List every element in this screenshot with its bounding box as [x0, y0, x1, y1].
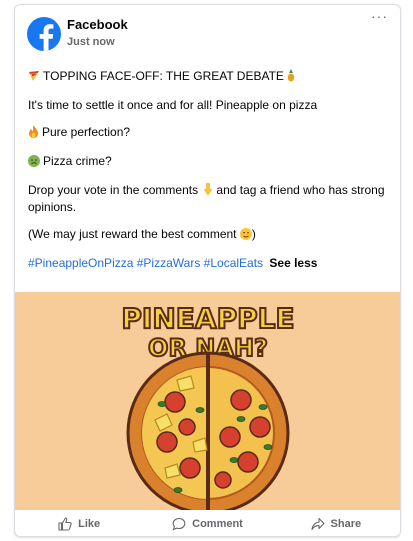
share-button[interactable]: Share: [272, 510, 400, 536]
option-crime-text: Pizza crime?: [43, 154, 112, 168]
post-actions: Like Comment Share: [15, 510, 400, 536]
like-button[interactable]: Like: [15, 510, 143, 536]
image-title-line1: PINEAPPLE: [121, 302, 294, 335]
like-label: Like: [78, 518, 101, 530]
intro-text: It's time to settle it once and for all!…: [28, 98, 318, 112]
page-name[interactable]: Facebook: [67, 17, 128, 32]
option-crime: Pizza crime?: [28, 154, 390, 171]
pointing-down-icon: [203, 183, 213, 200]
hashtag-local-eats[interactable]: #LocalEats: [204, 256, 263, 270]
post-text: TOPPING FACE-OFF: THE GREAT DEBATE It's …: [28, 69, 390, 271]
comment-icon: [172, 517, 186, 531]
post-header: Facebook Just now ···: [15, 5, 400, 57]
facebook-logo-icon[interactable]: [27, 17, 61, 51]
share-label: Share: [330, 518, 362, 530]
more-options-icon[interactable]: ···: [371, 9, 388, 23]
cta-text: Drop your vote in the comments and tag a…: [28, 183, 390, 215]
pineapple-icon: [286, 69, 296, 86]
share-icon: [310, 517, 325, 531]
headline-text: TOPPING FACE-OFF: THE GREAT DEBATE: [43, 69, 284, 83]
post-card: Facebook Just now ··· TOPPING FACE-OFF: …: [14, 4, 401, 537]
option-perfection-text: Pure perfection?: [42, 125, 131, 139]
hashtag-line: #PineappleOnPizza #PizzaWars #LocalEats …: [28, 256, 390, 271]
headline-line: TOPPING FACE-OFF: THE GREAT DEBATE: [28, 69, 390, 86]
pizza-icon: [28, 70, 40, 86]
hashtag-pizza-wars[interactable]: #PizzaWars: [137, 256, 201, 270]
nauseated-face-icon: [28, 155, 40, 171]
reward-text: (We may just reward the best comment ): [28, 227, 390, 244]
post-timestamp[interactable]: Just now: [67, 36, 115, 48]
comment-button[interactable]: Comment: [143, 510, 271, 536]
comment-label: Comment: [192, 518, 243, 530]
option-perfection: Pure perfection?: [28, 125, 390, 142]
cta-part1: Drop your vote in the comments: [28, 183, 199, 197]
pizza-illustration: [126, 351, 290, 510]
reward-part2: ): [251, 227, 256, 241]
thumbs-up-icon: [58, 517, 72, 531]
post-image[interactable]: PINEAPPLE OR NAH?: [15, 292, 400, 510]
reward-part1: (We may just reward the best comment: [28, 227, 237, 241]
winking-face-icon: [239, 228, 252, 244]
hashtag-pineapple-on-pizza[interactable]: #PineappleOnPizza: [28, 256, 133, 270]
see-less-link[interactable]: See less: [269, 256, 317, 270]
fire-icon: [28, 125, 39, 142]
